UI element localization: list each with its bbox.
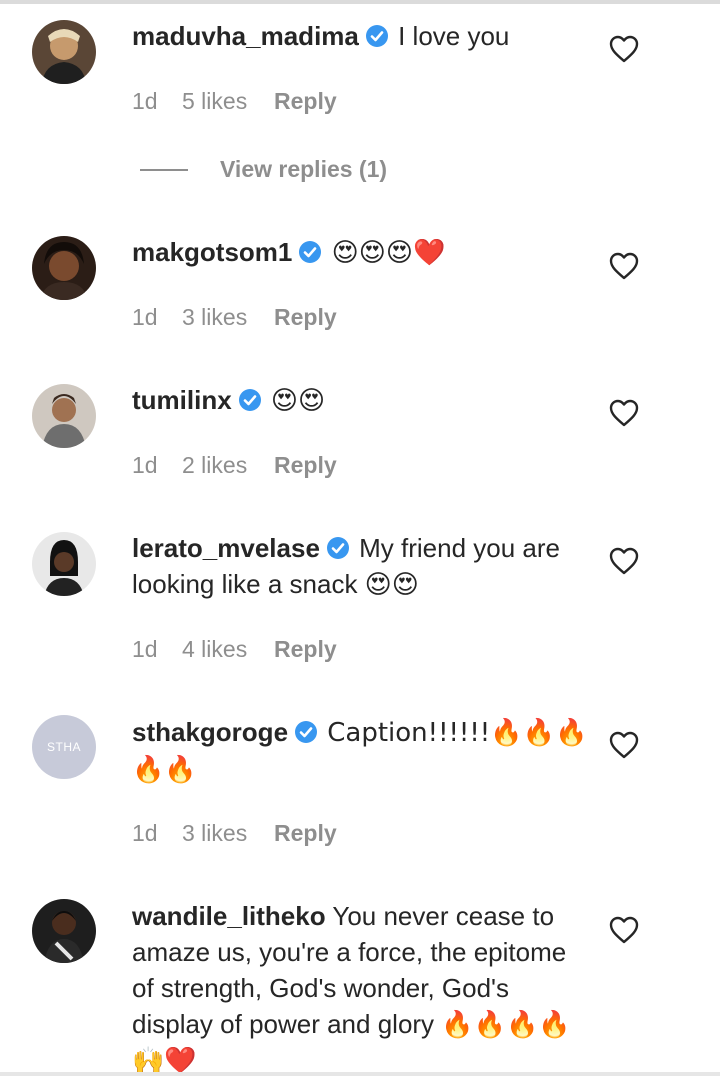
comment-meta: 1d 4 likes Reply <box>132 636 337 663</box>
timestamp: 1d <box>132 820 158 846</box>
heart-outline-icon[interactable] <box>609 399 639 427</box>
comment-body: makgotsom1 😍😍😍❤️ <box>132 234 592 271</box>
timestamp: 1d <box>132 636 158 662</box>
likes-count[interactable]: 4 likes <box>182 636 274 663</box>
heart-outline-icon[interactable] <box>609 916 639 944</box>
timestamp: 1d <box>132 304 158 330</box>
comment-meta: 1d 3 likes Reply <box>132 820 337 847</box>
username[interactable]: wandile_litheko <box>132 901 326 931</box>
timestamp: 1d <box>132 88 158 114</box>
comment-meta: 1d 3 likes Reply <box>132 304 337 331</box>
reply-button[interactable]: Reply <box>274 304 337 331</box>
comment-body: maduvha_madima I love you <box>132 18 592 54</box>
username[interactable]: sthakgoroge <box>132 717 288 747</box>
verified-badge-icon <box>294 720 318 744</box>
verified-badge-icon <box>326 536 350 560</box>
comment-body: tumilinx 😍😍 <box>132 382 592 419</box>
view-replies-label: View replies (1) <box>220 156 388 182</box>
avatar[interactable]: STHA <box>32 715 96 779</box>
comment-text: I love you <box>398 21 510 51</box>
verified-badge-icon <box>298 240 322 264</box>
likes-count[interactable]: 3 likes <box>182 820 274 847</box>
avatar[interactable] <box>32 532 96 596</box>
username[interactable]: lerato_mvelase <box>132 533 320 563</box>
replies-dash <box>140 168 188 171</box>
bottom-divider <box>0 1072 720 1076</box>
comment-body: sthakgoroge Caption!!!!!!🔥🔥🔥🔥🔥 <box>132 714 592 788</box>
likes-count[interactable]: 2 likes <box>182 452 274 479</box>
reply-button[interactable]: Reply <box>274 820 337 847</box>
avatar[interactable] <box>32 20 96 84</box>
reply-button[interactable]: Reply <box>274 452 337 479</box>
comment-body: lerato_mvelase My friend you are looking… <box>132 530 592 602</box>
avatar-initials: STHA <box>46 740 81 754</box>
username[interactable]: tumilinx <box>132 385 232 415</box>
comment-body: wandile_litheko You never cease to amaze… <box>132 898 592 1078</box>
username[interactable]: maduvha_madima <box>132 21 359 51</box>
top-divider <box>0 0 720 4</box>
heart-outline-icon[interactable] <box>609 547 639 575</box>
reply-button[interactable]: Reply <box>274 636 337 663</box>
comment-text: 😍😍 <box>270 386 326 416</box>
comment-meta: 1d 2 likes Reply <box>132 452 337 479</box>
verified-badge-icon <box>238 388 262 412</box>
timestamp: 1d <box>132 452 158 478</box>
view-replies-button[interactable]: View replies (1) <box>140 156 387 183</box>
reply-button[interactable]: Reply <box>274 88 337 115</box>
heart-outline-icon[interactable] <box>609 35 639 63</box>
avatar[interactable] <box>32 899 96 963</box>
avatar[interactable] <box>32 236 96 300</box>
likes-count[interactable]: 3 likes <box>182 304 274 331</box>
username[interactable]: makgotsom1 <box>132 237 292 267</box>
comment-text: 😍😍😍❤️ <box>331 238 446 268</box>
avatar[interactable] <box>32 384 96 448</box>
comment-meta: 1d 5 likes Reply <box>132 88 337 115</box>
likes-count[interactable]: 5 likes <box>182 88 274 115</box>
heart-outline-icon[interactable] <box>609 252 639 280</box>
verified-badge-icon <box>365 24 389 48</box>
heart-outline-icon[interactable] <box>609 731 639 759</box>
